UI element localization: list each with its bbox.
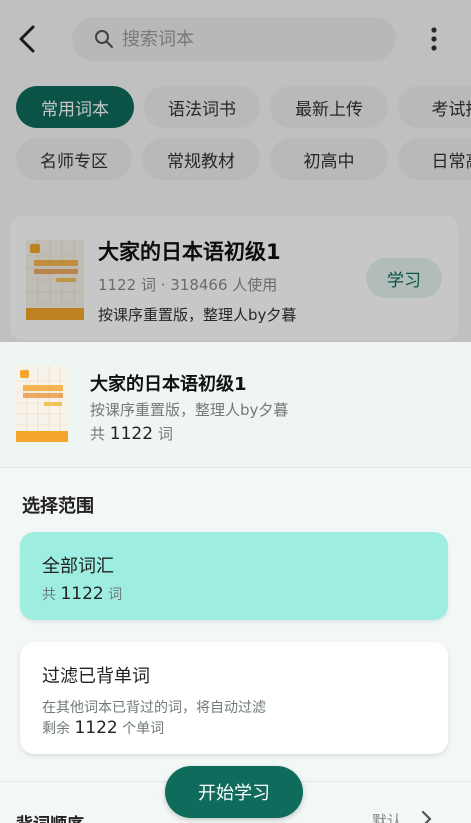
chevron-right-icon: [421, 810, 432, 823]
option-filter-learned[interactable]: 过滤已背单词 在其他词本已背过的词，将自动过滤 剩余 1122 个单词: [20, 642, 448, 754]
option-all-number: 1122: [60, 584, 104, 604]
word-order-label: 背词顺序: [16, 810, 84, 823]
start-learning-button[interactable]: 开始学习: [165, 766, 303, 818]
book-detail-sheet: 大家的日本语初级1 按课序重置版，整理人by夕暮 共 1122 词 选择范围 全…: [0, 342, 471, 823]
sheet-book-title: 大家的日本语初级1: [90, 374, 247, 395]
count-number: 1122: [109, 424, 154, 444]
sheet-book-cover-image: [16, 366, 68, 442]
option-filter-number: 1122: [74, 718, 118, 738]
sheet-book-description: 按课序重置版，整理人by夕暮: [90, 401, 289, 419]
option-filter-hint: 在其他词本已背过的词，将自动过滤: [42, 700, 266, 716]
option-all-count: 共 1122 词: [42, 584, 122, 604]
word-order-value: 默认: [372, 812, 403, 823]
option-filter-count: 剩余 1122 个单词: [42, 718, 164, 738]
option-filter-title: 过滤已背单词: [42, 666, 150, 687]
option-all-suffix: 词: [108, 587, 123, 603]
sheet-word-count: 共 1122 词: [90, 423, 173, 444]
range-section-title: 选择范围: [22, 496, 94, 517]
option-filter-prefix: 剩余: [42, 721, 70, 737]
option-filter-suffix: 个单词: [122, 721, 165, 737]
sheet-header: 大家的日本语初级1 按课序重置版，整理人by夕暮 共 1122 词: [0, 342, 471, 468]
option-all-title: 全部词汇: [42, 556, 114, 577]
option-all-prefix: 共: [42, 587, 56, 603]
option-all-words[interactable]: 全部词汇 共 1122 词: [20, 532, 448, 620]
count-suffix: 词: [157, 425, 173, 443]
count-prefix: 共: [90, 425, 106, 443]
